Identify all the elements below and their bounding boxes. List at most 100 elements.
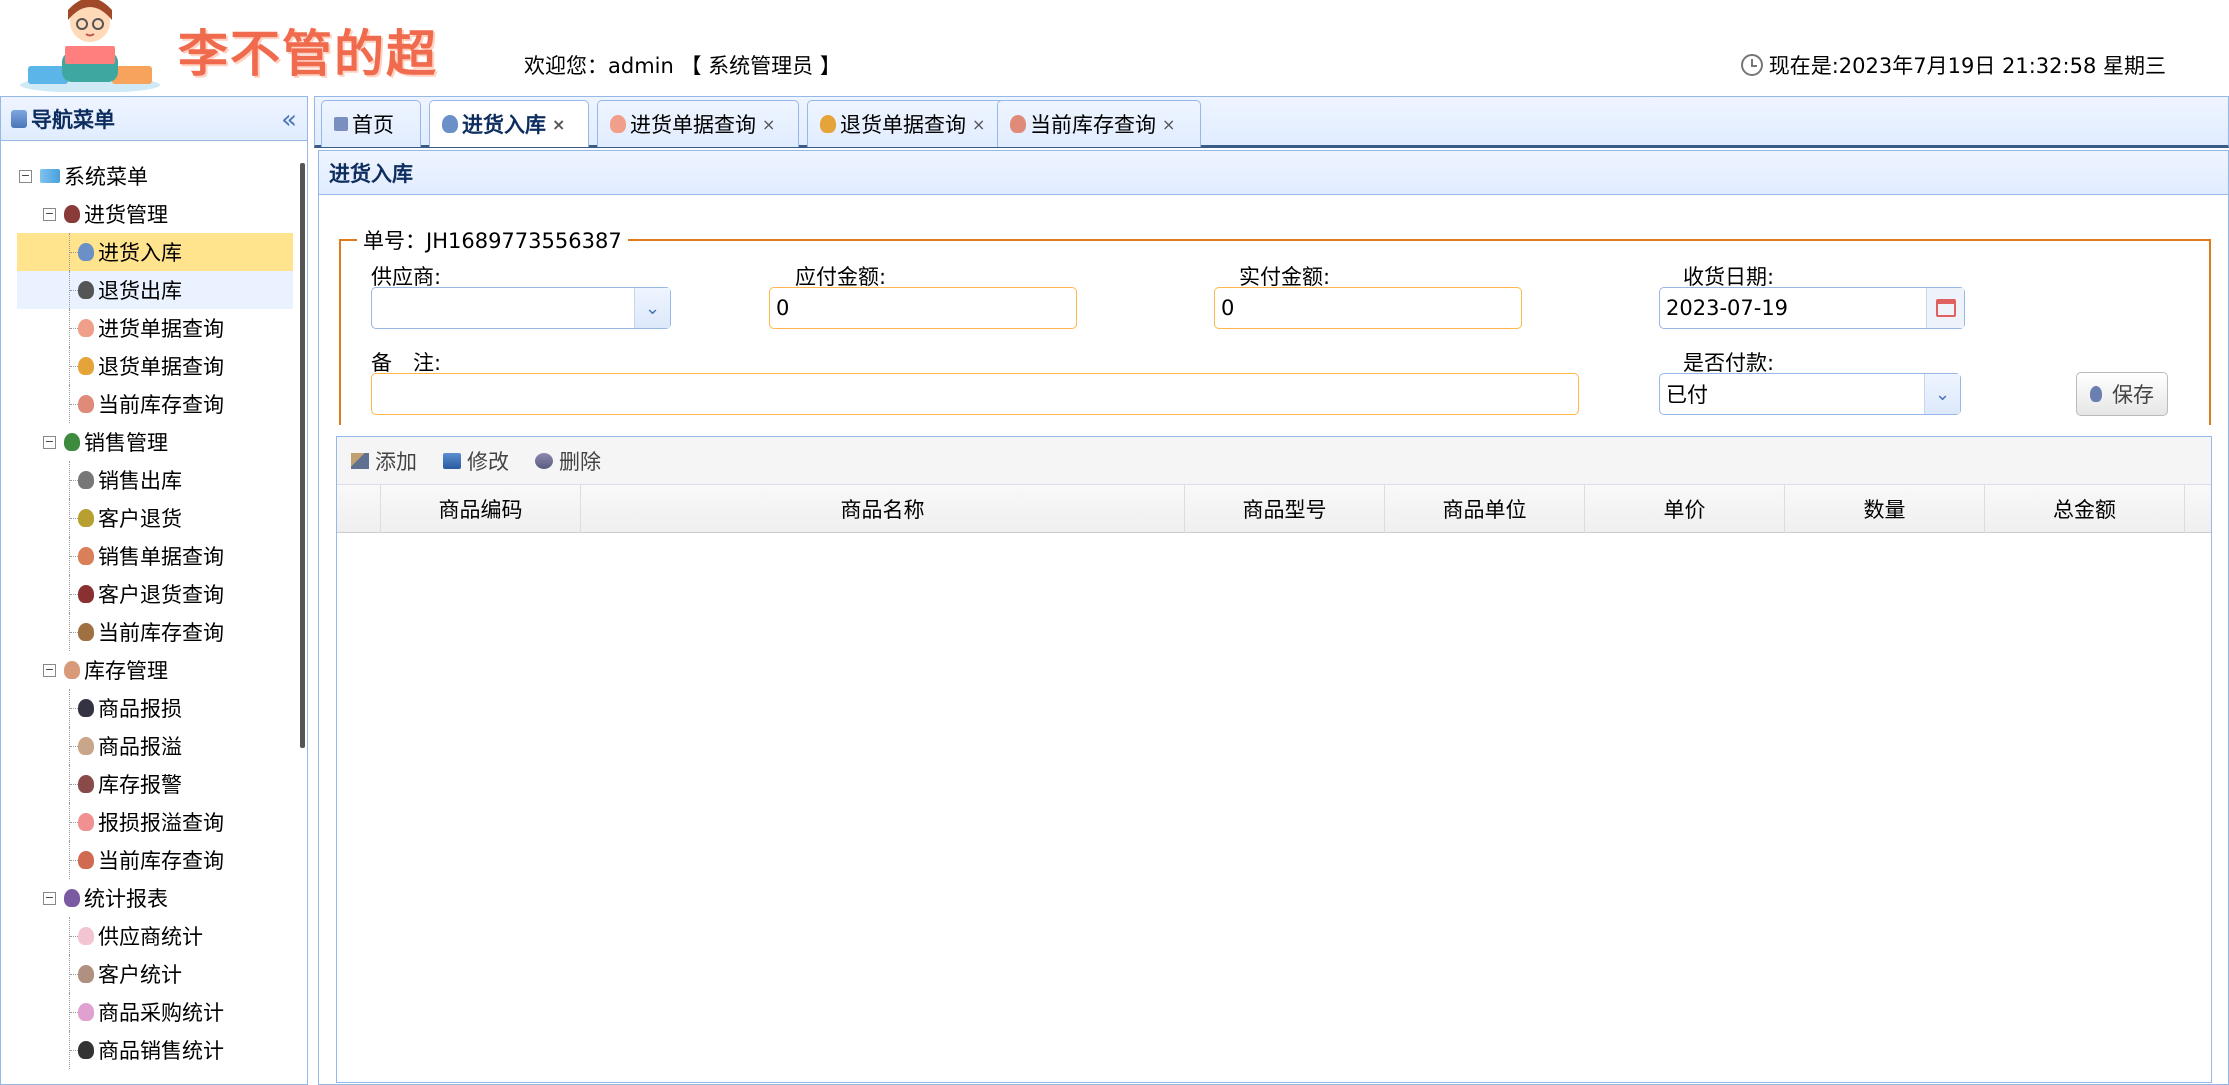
nav-item-label: 进货入库 bbox=[98, 241, 182, 265]
save-icon bbox=[2090, 386, 2102, 402]
collapse-toggle-icon[interactable]: − bbox=[19, 169, 32, 183]
sales-stats-icon bbox=[78, 1041, 94, 1059]
customer-return-icon bbox=[78, 509, 94, 527]
collapse-toggle-icon[interactable]: − bbox=[43, 891, 56, 905]
nav-item-sales-query[interactable]: 销售单据查询 bbox=[69, 537, 224, 575]
nav-item-purchase-stats[interactable]: 商品采购统计 bbox=[69, 993, 224, 1031]
close-icon[interactable]: × bbox=[1162, 115, 1175, 134]
nav-item-return-query[interactable]: 退货单据查询 bbox=[69, 347, 224, 385]
nav-item-label: 商品报溢 bbox=[98, 735, 182, 759]
nav-item-purchase-in[interactable]: 进货入库 bbox=[17, 233, 293, 271]
sales-out-icon bbox=[78, 471, 94, 489]
save-button[interactable]: 保存 bbox=[2076, 372, 2168, 416]
purchase-query-icon bbox=[610, 115, 626, 133]
sales-mgmt-icon bbox=[64, 433, 80, 451]
calendar-icon[interactable] bbox=[1926, 288, 1964, 328]
stock-query-icon bbox=[78, 623, 94, 641]
nav-item-supplier-stats[interactable]: 供应商统计 bbox=[69, 917, 203, 955]
inventory-mgmt-icon bbox=[64, 661, 80, 679]
nav-item-label: 商品报损 bbox=[98, 697, 182, 721]
nav-scrollbar[interactable] bbox=[300, 163, 305, 748]
nav-item-label: 商品销售统计 bbox=[98, 1039, 224, 1063]
nav-item-stock-query-3[interactable]: 当前库存查询 bbox=[69, 841, 224, 879]
chevron-down-icon[interactable]: ⌄ bbox=[1924, 374, 1960, 414]
column-header[interactable]: 单价 bbox=[1585, 485, 1785, 533]
nav-item-customer-return[interactable]: 客户退货 bbox=[69, 499, 182, 537]
tree-line bbox=[69, 689, 80, 727]
paid-input[interactable]: 0 bbox=[1214, 287, 1522, 329]
nav-item-stock-query[interactable]: 当前库存查询 bbox=[69, 385, 224, 423]
tree-line bbox=[69, 537, 80, 575]
chevron-down-icon[interactable]: ⌄ bbox=[634, 288, 670, 328]
collapse-toggle-icon[interactable]: − bbox=[43, 435, 56, 449]
tree-line bbox=[69, 271, 80, 309]
nav-item-customer-return-query[interactable]: 客户退货查询 bbox=[69, 575, 224, 613]
tab-home[interactable]: 首页 bbox=[321, 100, 421, 147]
remark-input[interactable] bbox=[371, 373, 1579, 415]
column-header[interactable]: 商品名称 bbox=[581, 485, 1185, 533]
tree-group-inventory[interactable]: − 库存管理 bbox=[43, 651, 168, 689]
tab-purchase-query[interactable]: 进货单据查询 × bbox=[597, 100, 799, 147]
home-icon bbox=[334, 117, 348, 131]
add-button[interactable]: 添加 bbox=[351, 446, 417, 476]
nav-item-stock-query-2[interactable]: 当前库存查询 bbox=[69, 613, 224, 651]
tree-group-label: 进货管理 bbox=[84, 203, 168, 227]
supplier-select[interactable]: ⌄ bbox=[371, 287, 671, 329]
nav-item-damage[interactable]: 商品报损 bbox=[69, 689, 182, 727]
payable-value: 0 bbox=[776, 296, 790, 320]
tree-line bbox=[69, 385, 80, 423]
grid-header: 商品编码 商品名称 商品型号 商品单位 单价 数量 总金额 bbox=[337, 485, 2211, 533]
close-icon[interactable]: × bbox=[552, 115, 565, 134]
tree-group-sales[interactable]: − 销售管理 bbox=[43, 423, 168, 461]
tree-group-reports[interactable]: − 统计报表 bbox=[43, 879, 168, 917]
column-header[interactable]: 商品单位 bbox=[1385, 485, 1585, 533]
column-header[interactable]: 商品编码 bbox=[381, 485, 581, 533]
column-header[interactable]: 数量 bbox=[1785, 485, 1985, 533]
tree-line bbox=[69, 575, 80, 613]
nav-item-label: 客户退货 bbox=[98, 507, 182, 531]
tab-return-query[interactable]: 退货单据查询 × bbox=[807, 100, 1009, 147]
delete-button[interactable]: 删除 bbox=[535, 446, 601, 476]
column-header[interactable]: 商品型号 bbox=[1185, 485, 1385, 533]
tab-label: 退货单据查询 bbox=[840, 113, 966, 137]
column-header[interactable]: 总金额 bbox=[1985, 485, 2185, 533]
stock-alarm-icon bbox=[78, 775, 94, 793]
collapse-toggle-icon[interactable]: − bbox=[43, 663, 56, 677]
close-icon[interactable]: × bbox=[972, 115, 985, 134]
purchase-in-icon bbox=[442, 115, 458, 133]
nav-item-label: 退货出库 bbox=[98, 279, 182, 303]
purchase-in-icon bbox=[78, 243, 94, 261]
close-icon[interactable]: × bbox=[762, 115, 775, 134]
purchase-stats-icon bbox=[78, 1003, 94, 1021]
stock-query-icon bbox=[1010, 115, 1026, 133]
order-number: 单号：JH1689773556387 bbox=[363, 229, 622, 253]
payable-input[interactable]: 0 bbox=[769, 287, 1077, 329]
tab-stock-query[interactable]: 当前库存查询 × bbox=[997, 100, 1201, 147]
collapse-nav-icon[interactable]: « bbox=[281, 105, 297, 135]
nav-item-purchase-return[interactable]: 退货出库 bbox=[17, 271, 293, 309]
nav-item-overflow[interactable]: 商品报溢 bbox=[69, 727, 182, 765]
add-icon bbox=[351, 452, 369, 469]
tree-root[interactable]: − 系统菜单 bbox=[19, 157, 148, 195]
edit-button[interactable]: 修改 bbox=[443, 446, 509, 476]
nav-item-stock-alarm[interactable]: 库存报警 bbox=[69, 765, 182, 803]
edit-label: 修改 bbox=[467, 449, 509, 474]
app-header: 李不管的超市 欢迎您：admin 【 系统管理员 】 现在是:2023年7月19… bbox=[0, 0, 2229, 155]
tab-label: 当前库存查询 bbox=[1030, 113, 1156, 137]
supplier-stats-icon bbox=[78, 927, 94, 945]
tab-purchase-in[interactable]: 进货入库 × bbox=[429, 100, 589, 147]
nav-item-purchase-query[interactable]: 进货单据查询 bbox=[69, 309, 224, 347]
date-input[interactable]: 2023-07-19 bbox=[1659, 287, 1965, 329]
tree-group-purchase[interactable]: − 进货管理 bbox=[43, 195, 168, 233]
nav-item-sales-out[interactable]: 销售出库 bbox=[69, 461, 182, 499]
nav-item-customer-stats[interactable]: 客户统计 bbox=[69, 955, 182, 993]
paid-value: 0 bbox=[1221, 296, 1235, 320]
nav-item-damage-overflow-query[interactable]: 报损报溢查询 bbox=[69, 803, 224, 841]
paystatus-select[interactable]: 已付 ⌄ bbox=[1659, 373, 1961, 415]
collapse-toggle-icon[interactable]: − bbox=[43, 207, 56, 221]
return-query-icon bbox=[820, 115, 836, 133]
nav-panel: 导航菜单 « − 系统菜单 − 进货管理 进货入库 退货出库 进货单据查询 退货… bbox=[0, 96, 308, 1085]
nav-item-sales-stats[interactable]: 商品销售统计 bbox=[69, 1031, 224, 1069]
nav-item-label: 客户退货查询 bbox=[98, 583, 224, 607]
nav-item-label: 当前库存查询 bbox=[98, 393, 224, 417]
